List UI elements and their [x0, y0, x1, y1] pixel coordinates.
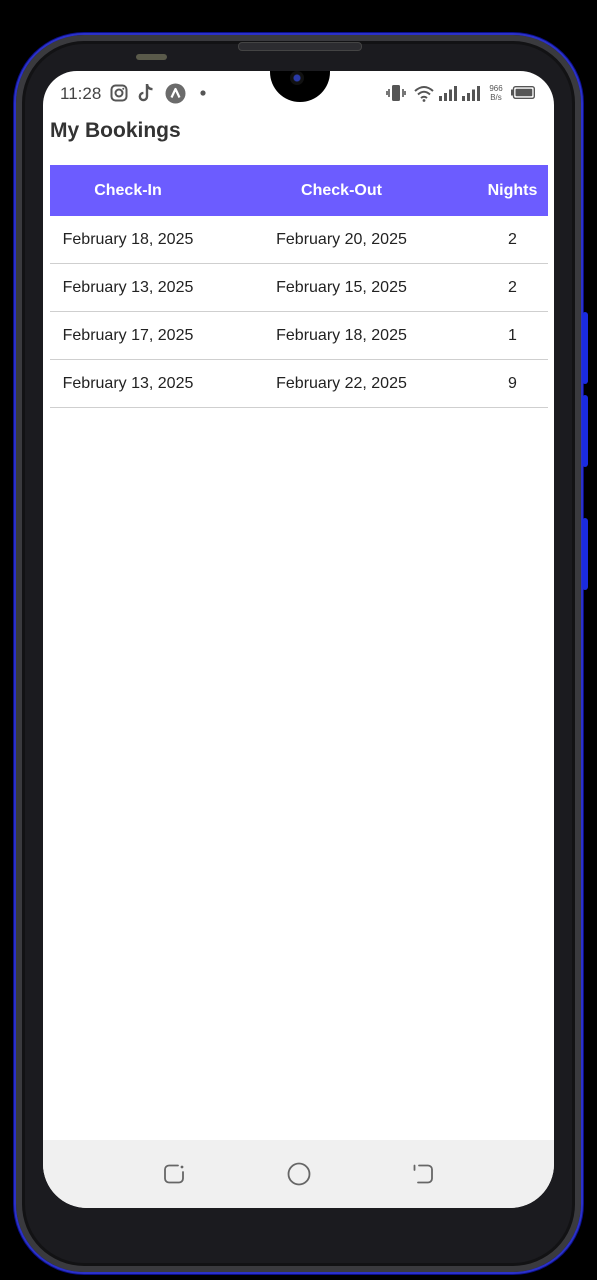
net-speed-unit: B/s	[490, 93, 502, 102]
vibrate-icon	[386, 83, 406, 103]
status-bar: 11:28 966 B/s	[43, 71, 554, 117]
signal-1-icon	[438, 83, 458, 103]
net-speed-value: 966	[489, 84, 503, 93]
cell-nights: 9	[477, 359, 548, 408]
cell-check-out: February 15, 2025	[206, 263, 477, 312]
cell-check-out: February 18, 2025	[206, 311, 477, 360]
earpiece	[136, 54, 167, 60]
recents-icon[interactable]	[162, 1162, 186, 1186]
cell-check-in: February 13, 2025	[50, 359, 206, 408]
cell-nights: 1	[477, 311, 548, 360]
page-title: My Bookings	[50, 119, 181, 142]
status-time: 11:28	[60, 84, 102, 103]
volume-down-button	[582, 395, 588, 467]
cell-check-in: February 13, 2025	[50, 263, 206, 312]
signal-2-icon	[461, 83, 481, 103]
home-icon[interactable]	[287, 1162, 311, 1186]
back-icon[interactable]	[411, 1162, 435, 1186]
cell-nights: 2	[477, 216, 548, 264]
instagram-icon	[109, 83, 129, 103]
nav-app-icon	[164, 83, 186, 103]
table-header-row: Check-In Check-Out Nights	[50, 165, 548, 216]
table-row[interactable]: February 17, 2025 February 18, 2025 1	[50, 311, 548, 360]
navigation-bar	[43, 1140, 554, 1208]
battery-icon	[511, 85, 535, 100]
notification-dot-icon	[198, 83, 208, 103]
screen: 11:28 966 B/s My Bookings Check-In Check…	[43, 71, 554, 1208]
header-check-in: Check-In	[50, 165, 206, 216]
cell-check-in: February 18, 2025	[50, 216, 206, 264]
top-speaker-grill	[238, 42, 362, 51]
table-row[interactable]: February 13, 2025 February 15, 2025 2	[50, 263, 548, 312]
bookings-table: Check-In Check-Out Nights February 18, 2…	[50, 165, 548, 408]
header-check-out: Check-Out	[206, 165, 477, 216]
wifi-icon	[414, 83, 434, 103]
volume-up-button	[582, 312, 588, 384]
cell-check-out: February 22, 2025	[206, 359, 477, 408]
table-row[interactable]: February 18, 2025 February 20, 2025 2	[50, 216, 548, 264]
cell-check-out: February 20, 2025	[206, 216, 477, 264]
front-camera	[290, 71, 304, 85]
power-button	[582, 518, 588, 590]
net-speed: 966 B/s	[485, 84, 507, 102]
cell-nights: 2	[477, 263, 548, 312]
cell-check-in: February 17, 2025	[50, 311, 206, 360]
header-nights: Nights	[477, 165, 548, 216]
table-row[interactable]: February 13, 2025 February 22, 2025 9	[50, 359, 548, 408]
tiktok-icon	[136, 83, 156, 103]
